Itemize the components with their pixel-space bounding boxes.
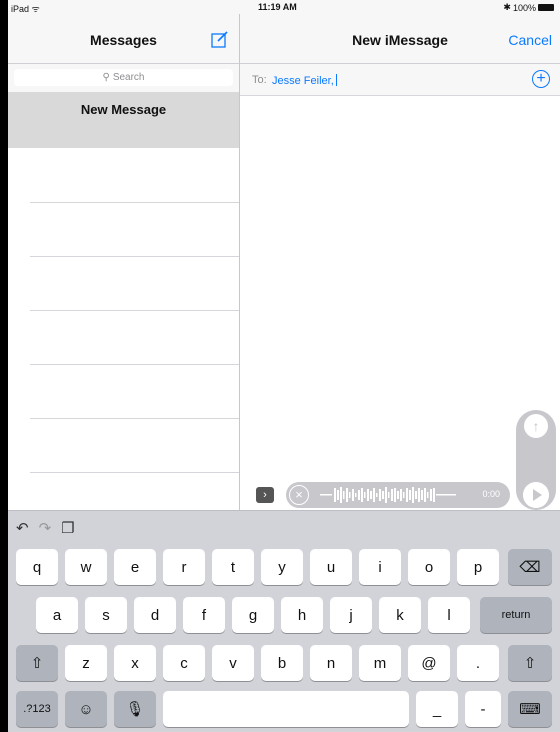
- bluetooth-icon: ✱: [503, 2, 511, 12]
- send-audio-icon[interactable]: ↑: [524, 414, 548, 438]
- messages-title: Messages: [90, 32, 157, 48]
- undo-icon[interactable]: ↶: [16, 519, 29, 537]
- key[interactable]: t: [212, 549, 254, 585]
- emoji-icon: ☺: [78, 700, 94, 718]
- key[interactable]: _: [416, 691, 458, 727]
- list-separator: [30, 472, 239, 473]
- audio-waveform: [320, 487, 456, 503]
- paste-icon[interactable]: ❐: [61, 519, 74, 537]
- ipad-screen: iPad ᯤ 11:19 AM ✱ 100% Messages ⚲ Search…: [8, 0, 560, 732]
- space-bar[interactable]: [163, 691, 409, 727]
- key[interactable]: q: [16, 549, 58, 585]
- search-placeholder: Search: [112, 72, 145, 83]
- key[interactable]: -: [465, 691, 501, 727]
- cancel-audio-icon[interactable]: ×: [289, 485, 309, 505]
- play-audio-icon[interactable]: [523, 482, 549, 508]
- app-drawer-arrow-icon[interactable]: ›: [256, 487, 274, 503]
- key[interactable]: u: [310, 549, 352, 585]
- audio-duration: 0:00: [482, 489, 500, 499]
- messages-nav-bar: Messages: [8, 14, 239, 64]
- microphone-icon: 🎙: [125, 701, 145, 718]
- key[interactable]: a: [36, 597, 78, 633]
- key[interactable]: .: [457, 645, 499, 681]
- redo-icon[interactable]: ↷: [39, 519, 52, 537]
- return-key[interactable]: return: [480, 597, 552, 633]
- compose-pane: New iMessage Cancel To: Jesse Feiler, + …: [240, 14, 560, 510]
- on-screen-keyboard: ↶ ↷ ❐ q w e r t y u i o p ⌫ a s d f g h …: [8, 510, 560, 732]
- emoji-key[interactable]: ☺: [65, 691, 107, 727]
- key[interactable]: s: [85, 597, 127, 633]
- key[interactable]: y: [261, 549, 303, 585]
- search-input[interactable]: ⚲ Search: [14, 69, 233, 86]
- recipient-field[interactable]: To: Jesse Feiler, +: [240, 64, 560, 96]
- add-contact-icon[interactable]: +: [532, 70, 550, 88]
- key[interactable]: f: [183, 597, 225, 633]
- key[interactable]: v: [212, 645, 254, 681]
- clock: 11:19 AM: [258, 2, 297, 12]
- delete-key[interactable]: ⌫: [508, 549, 552, 585]
- backspace-icon: ⌫: [519, 559, 541, 576]
- shift-key[interactable]: ⇧: [16, 645, 58, 681]
- key[interactable]: j: [330, 597, 372, 633]
- list-separator: [30, 418, 239, 419]
- key[interactable]: w: [65, 549, 107, 585]
- key[interactable]: l: [428, 597, 470, 633]
- key[interactable]: z: [65, 645, 107, 681]
- key[interactable]: c: [163, 645, 205, 681]
- key[interactable]: o: [408, 549, 450, 585]
- audio-recording-bar: × 0:00: [286, 482, 510, 508]
- list-separator: [30, 256, 239, 257]
- shift-icon: ⇧: [523, 655, 537, 672]
- search-icon: ⚲: [102, 72, 110, 83]
- key[interactable]: m: [359, 645, 401, 681]
- to-label: To:: [252, 74, 267, 86]
- battery-percent: 100%: [512, 2, 536, 13]
- status-bar: iPad ᯤ 11:19 AM ✱ 100%: [8, 0, 560, 14]
- key[interactable]: n: [310, 645, 352, 681]
- key[interactable]: p: [457, 549, 499, 585]
- dismiss-keyboard-key[interactable]: ⌨: [508, 691, 552, 727]
- key[interactable]: @: [408, 645, 450, 681]
- key[interactable]: b: [261, 645, 303, 681]
- shift-icon: ⇧: [30, 655, 44, 672]
- battery-indicator: ✱ 100%: [503, 2, 554, 13]
- key[interactable]: r: [163, 549, 205, 585]
- numbers-key[interactable]: .?123: [16, 691, 58, 727]
- messages-sidebar: Messages ⚲ Search New Message: [8, 14, 240, 510]
- shift-key-right[interactable]: ⇧: [508, 645, 552, 681]
- key[interactable]: g: [232, 597, 274, 633]
- keyboard-dismiss-icon: ⌨: [519, 701, 541, 718]
- cancel-button[interactable]: Cancel: [508, 32, 552, 48]
- dictation-key[interactable]: 🎙: [114, 691, 156, 727]
- shortcut-bar: ↶ ↷ ❐: [16, 517, 75, 539]
- compose-nav-bar: New iMessage Cancel: [240, 14, 560, 64]
- key[interactable]: d: [134, 597, 176, 633]
- key[interactable]: k: [379, 597, 421, 633]
- search-bar: ⚲ Search: [8, 64, 239, 92]
- key[interactable]: h: [281, 597, 323, 633]
- list-separator: [30, 202, 239, 203]
- key[interactable]: x: [114, 645, 156, 681]
- recipient-token[interactable]: Jesse Feiler,: [272, 74, 337, 87]
- list-separator: [30, 364, 239, 365]
- conversation-new-message[interactable]: New Message: [8, 92, 239, 148]
- key[interactable]: i: [359, 549, 401, 585]
- compose-icon[interactable]: [211, 30, 229, 48]
- key[interactable]: e: [114, 549, 156, 585]
- text-caret: [335, 74, 337, 86]
- battery-icon: [538, 4, 554, 11]
- list-separator: [30, 310, 239, 311]
